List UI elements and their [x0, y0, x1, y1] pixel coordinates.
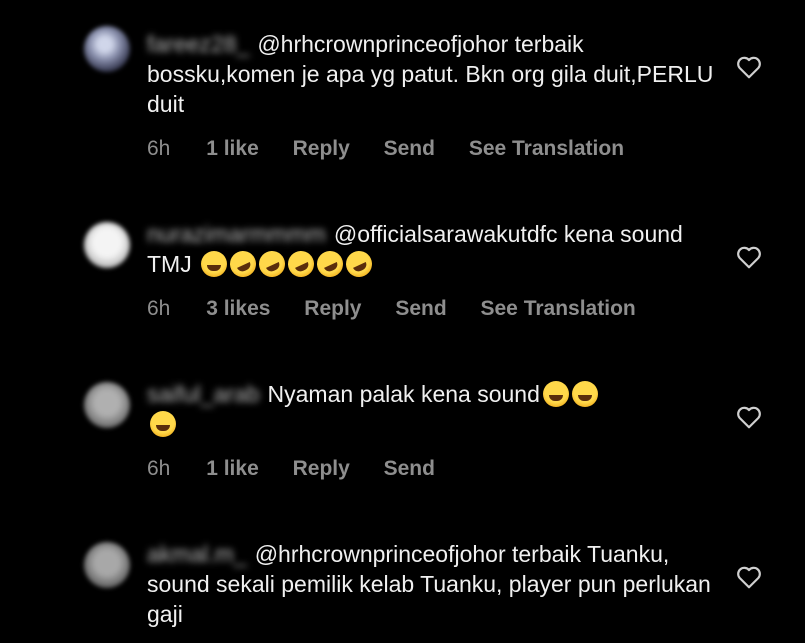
comment-username[interactable]: nurazimarmmmm: [147, 219, 326, 249]
laughing-emoji-icon: [254, 246, 290, 282]
heart-outline-icon[interactable]: [736, 245, 762, 269]
comment-body: fareez28_ @hrhcrownprinceofjohor terbaik …: [147, 29, 717, 119]
avatar[interactable]: [84, 222, 130, 268]
heart-outline-icon[interactable]: [736, 55, 762, 79]
avatar[interactable]: [84, 382, 130, 428]
laughing-emoji-icon: [283, 246, 319, 282]
comment-text: Nyaman palak kena sound: [267, 381, 540, 407]
laughing-emoji-icon: [225, 246, 261, 282]
laughing-emoji-icon: [571, 381, 598, 407]
likes-count[interactable]: 1 like: [206, 137, 259, 160]
see-translation-button[interactable]: See Translation: [481, 297, 636, 320]
comment-meta: 6h 3 likes Reply Send See Translation: [147, 297, 664, 321]
comment-body: saiful_arab Nyaman palak kena sound: [147, 379, 717, 439]
reply-button[interactable]: Reply: [293, 457, 350, 480]
comment-meta: 6h 1 like Reply Send See Translation: [147, 137, 652, 161]
comment-time: 6h: [147, 297, 171, 320]
reply-button[interactable]: Reply: [293, 137, 350, 160]
avatar[interactable]: [84, 542, 130, 588]
laughing-emoji-icon: [150, 411, 176, 437]
laughing-emoji-icon: [312, 246, 348, 282]
comment-body: nurazimarmmmm @officialsarawakutdfc kena …: [147, 219, 717, 282]
laughing-emoji-icon: [341, 246, 377, 282]
laughing-emoji-icon: [201, 251, 228, 277]
comment-body: akmal.m_ @hrhcrownprinceofjohor terbaik T…: [147, 539, 717, 629]
comment-time: 6h: [147, 457, 171, 480]
avatar[interactable]: [84, 26, 130, 72]
send-button[interactable]: Send: [384, 457, 435, 480]
comment-username[interactable]: saiful_arab: [147, 379, 260, 409]
send-button[interactable]: Send: [384, 137, 435, 160]
comment-meta: 6h 1 like Reply Send: [147, 457, 463, 481]
see-translation-button[interactable]: See Translation: [469, 137, 624, 160]
heart-outline-icon[interactable]: [736, 565, 762, 589]
laughing-emoji-icon: [542, 381, 569, 407]
comment-time: 6h: [147, 137, 171, 160]
likes-count[interactable]: 3 likes: [206, 297, 270, 320]
likes-count[interactable]: 1 like: [206, 457, 259, 480]
reply-button[interactable]: Reply: [304, 297, 361, 320]
heart-outline-icon[interactable]: [736, 405, 762, 429]
comment-username[interactable]: akmal.m_: [147, 539, 247, 569]
send-button[interactable]: Send: [395, 297, 446, 320]
comment-username[interactable]: fareez28_: [147, 29, 249, 59]
